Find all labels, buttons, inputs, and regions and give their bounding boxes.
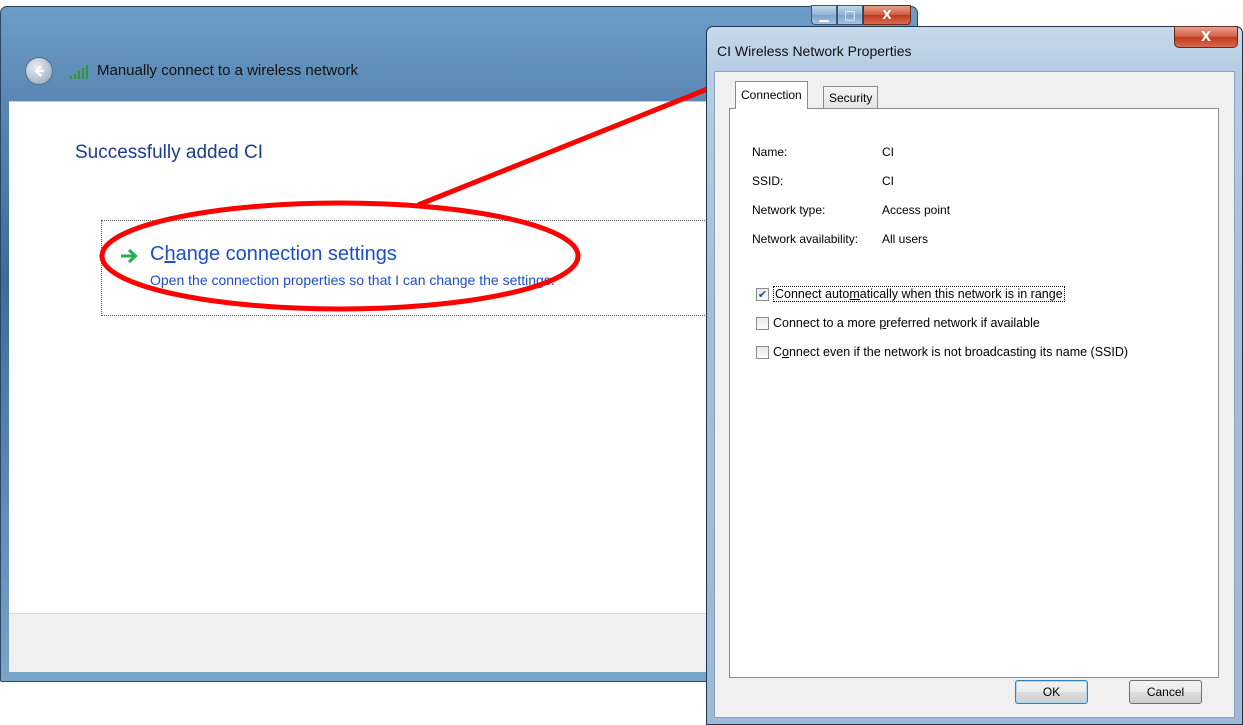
ok-button[interactable]: OK xyxy=(1015,680,1088,704)
cancel-button[interactable]: Cancel xyxy=(1129,680,1202,704)
properties-dialog: CI Wireless Network Properties X Connect… xyxy=(706,26,1243,725)
maximize-icon: □ xyxy=(844,8,856,22)
network-availability-label: Network availability: xyxy=(752,232,859,246)
preferred-network-option[interactable]: Connect to a more preferred network if a… xyxy=(756,314,1040,332)
back-button[interactable] xyxy=(25,57,53,85)
wizard-title: Manually connect to a wireless network xyxy=(97,62,358,79)
dialog-title: CI Wireless Network Properties xyxy=(717,43,912,59)
tab-connection[interactable]: Connection xyxy=(735,81,808,109)
preferred-network-label: Connect to a more preferred network if a… xyxy=(773,316,1040,330)
wireless-signal-icon xyxy=(70,65,88,79)
back-arrow-icon xyxy=(34,65,44,77)
ssid-value: CI xyxy=(882,174,894,188)
tab-security[interactable]: Security xyxy=(823,86,879,109)
close-icon: X xyxy=(882,8,892,22)
name-value: CI xyxy=(882,145,894,159)
network-availability-value: All users xyxy=(882,232,929,246)
change-link-title: Change connection settings xyxy=(150,243,397,265)
minimize-icon: ▁ xyxy=(819,8,829,22)
connect-hidden-label: Connect even if the network is not broad… xyxy=(773,345,1129,359)
preferred-network-checkbox[interactable] xyxy=(756,316,769,330)
auto-connect-checkbox[interactable]: ✔ xyxy=(756,287,769,301)
close-icon: X xyxy=(1200,29,1212,45)
connect-hidden-checkbox[interactable] xyxy=(756,345,769,359)
green-arrow-icon xyxy=(121,248,138,264)
dialog-body: Connection Security Name: CI SSID: CI Ne… xyxy=(714,71,1235,718)
connect-hidden-option[interactable]: Connect even if the network is not broad… xyxy=(756,343,1128,361)
maximize-button[interactable]: □ xyxy=(837,5,863,25)
minimize-button[interactable]: ▁ xyxy=(811,5,837,25)
checkmark-icon: ✔ xyxy=(757,287,768,301)
network-type-value: Access point xyxy=(882,203,951,217)
name-label: Name: xyxy=(752,145,788,159)
network-type-label: Network type: xyxy=(752,203,826,217)
ssid-label: SSID: xyxy=(752,174,784,188)
auto-connect-label: Connect automatically when this network … xyxy=(773,286,1065,302)
wizard-caption-buttons: ▁ □ X xyxy=(811,5,911,27)
connection-tab-panel: Name: CI SSID: CI Network type: Access p… xyxy=(729,108,1219,678)
change-link-description: Open the connection properties so that I… xyxy=(150,272,555,288)
close-button[interactable]: X xyxy=(863,5,911,25)
success-heading: Successfully added CI xyxy=(75,142,263,163)
auto-connect-option[interactable]: ✔ Connect automatically when this networ… xyxy=(756,285,1065,303)
dialog-close-button[interactable]: X xyxy=(1174,26,1238,48)
